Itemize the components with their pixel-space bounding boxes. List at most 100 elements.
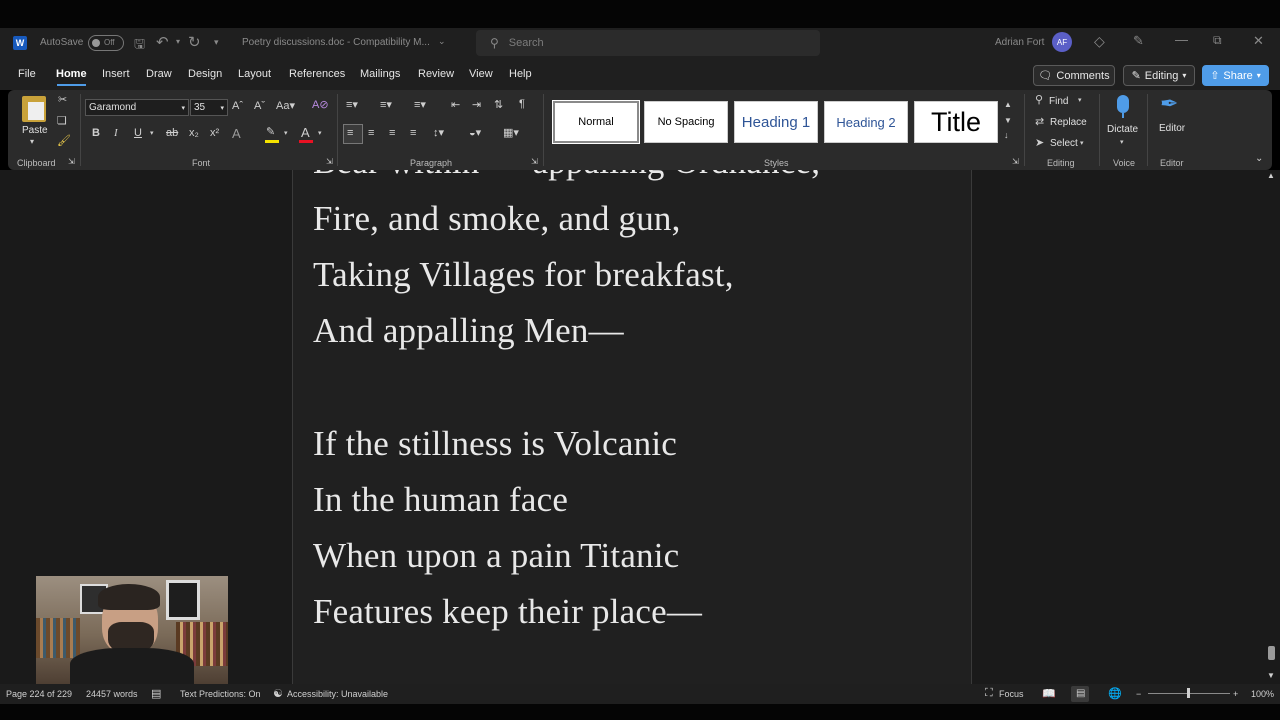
- zoom-slider-thumb[interactable]: [1187, 688, 1190, 698]
- style-normal[interactable]: Normal: [552, 100, 640, 144]
- grow-font-icon[interactable]: Aˆ: [232, 101, 243, 112]
- page-count[interactable]: Page 224 of 229: [6, 689, 72, 699]
- save-icon[interactable]: 🖫: [134, 35, 145, 57]
- scroll-down-icon[interactable]: ▼: [1267, 672, 1275, 680]
- tab-design[interactable]: Design: [188, 68, 222, 80]
- styles-launcher-icon[interactable]: ⇲: [1012, 158, 1019, 166]
- tab-help[interactable]: Help: [509, 68, 532, 80]
- shrink-font-icon[interactable]: Aˇ: [254, 101, 265, 112]
- style-heading-1[interactable]: Heading 1: [734, 101, 818, 143]
- read-mode-icon[interactable]: 📖: [1042, 687, 1056, 700]
- paste-chevron-icon[interactable]: ▾: [30, 138, 34, 146]
- shading-icon[interactable]: ◒▾: [469, 128, 481, 139]
- microphone-icon[interactable]: [1117, 95, 1129, 113]
- font-name-select[interactable]: Garamond ▾: [85, 99, 189, 116]
- select-cursor-icon[interactable]: ➤: [1035, 138, 1044, 149]
- tab-file[interactable]: File: [18, 68, 36, 80]
- underline-button[interactable]: U: [134, 128, 142, 139]
- tab-home[interactable]: Home: [56, 68, 87, 80]
- find-chevron-icon[interactable]: ▾: [1078, 97, 1082, 104]
- bold-button[interactable]: B: [92, 128, 100, 139]
- tab-mailings[interactable]: Mailings: [360, 68, 400, 80]
- select-button[interactable]: Select: [1050, 138, 1078, 149]
- proofing-icon[interactable]: ▤: [151, 687, 161, 700]
- paste-label[interactable]: Paste: [22, 125, 48, 136]
- zoom-in-icon[interactable]: +: [1233, 689, 1238, 699]
- dictate-chevron-icon[interactable]: ▾: [1120, 139, 1124, 146]
- web-layout-icon[interactable]: 🌐: [1108, 687, 1122, 700]
- numbering-icon[interactable]: ≡▾: [380, 100, 392, 111]
- dictate-button[interactable]: Dictate: [1107, 124, 1138, 135]
- align-center-icon[interactable]: ≡: [368, 128, 374, 139]
- underline-chevron-icon[interactable]: ▾: [150, 130, 154, 137]
- undo-dropdown-icon[interactable]: ▾: [176, 37, 180, 46]
- tab-layout[interactable]: Layout: [238, 68, 271, 80]
- borders-icon[interactable]: ▦▾: [503, 128, 519, 139]
- subscript-button[interactable]: x₂: [189, 128, 199, 139]
- italic-button[interactable]: I: [114, 128, 118, 139]
- word-count[interactable]: 24457 words: [86, 689, 138, 699]
- styles-scroll-down-icon[interactable]: ▼: [1004, 117, 1012, 125]
- replace-button[interactable]: Replace: [1050, 117, 1087, 128]
- clipboard-launcher-icon[interactable]: ⇲: [68, 158, 75, 166]
- redo-icon[interactable]: ↻: [188, 33, 201, 51]
- clear-formatting-icon[interactable]: A⊘: [312, 100, 329, 111]
- title-chevron-down-icon[interactable]: ⌄: [438, 36, 446, 47]
- close-icon[interactable]: ✕: [1253, 33, 1264, 49]
- style-heading-2[interactable]: Heading 2: [824, 101, 908, 143]
- superscript-button[interactable]: x²: [210, 128, 219, 139]
- tab-draw[interactable]: Draw: [146, 68, 172, 80]
- tab-insert[interactable]: Insert: [102, 68, 130, 80]
- format-painter-icon[interactable]: 🖌: [57, 136, 71, 147]
- undo-icon[interactable]: ↶: [156, 33, 169, 51]
- collapse-ribbon-icon[interactable]: ⌄: [1255, 154, 1263, 164]
- cut-icon[interactable]: ✂: [58, 95, 67, 106]
- decrease-indent-icon[interactable]: ⇤: [451, 100, 460, 111]
- line-spacing-icon[interactable]: ↕▾: [433, 128, 444, 139]
- comments-button[interactable]: 🗨 Comments: [1033, 65, 1115, 86]
- tab-review[interactable]: Review: [418, 68, 454, 80]
- pilcrow-icon[interactable]: ¶: [519, 99, 525, 110]
- tab-references[interactable]: References: [289, 68, 345, 80]
- copy-icon[interactable]: ❏: [57, 116, 67, 127]
- autosave-toggle[interactable]: Off: [88, 35, 124, 51]
- justify-icon[interactable]: ≡: [410, 128, 416, 139]
- align-right-icon[interactable]: ≡: [389, 128, 395, 139]
- customize-toolbar-icon[interactable]: ▾: [214, 37, 219, 48]
- document-title[interactable]: Poetry discussions.doc - Compatibility M…: [242, 37, 430, 48]
- increase-indent-icon[interactable]: ⇥: [472, 100, 481, 111]
- tab-view[interactable]: View: [469, 68, 493, 80]
- sort-icon[interactable]: ⇅: [494, 100, 503, 111]
- style-no-spacing[interactable]: No Spacing: [644, 101, 728, 143]
- scroll-up-icon[interactable]: ▲: [1267, 172, 1275, 180]
- highlight-chevron-icon[interactable]: ▾: [284, 130, 288, 137]
- replace-icon[interactable]: ⇄: [1035, 117, 1044, 128]
- editor-pen-icon[interactable]: ✒: [1160, 93, 1178, 115]
- highlight-icon[interactable]: ✎: [266, 127, 275, 138]
- scrollbar-thumb[interactable]: [1268, 646, 1275, 660]
- vertical-scrollbar[interactable]: [1266, 170, 1278, 684]
- font-size-select[interactable]: 35 ▾: [190, 99, 228, 116]
- styles-more-icon[interactable]: ↓: [1004, 131, 1009, 140]
- font-launcher-icon[interactable]: ⇲: [326, 158, 333, 166]
- paragraph-launcher-icon[interactable]: ⇲: [531, 158, 538, 166]
- text-predictions-status[interactable]: Text Predictions: On: [180, 689, 261, 699]
- find-button[interactable]: Find: [1049, 96, 1068, 107]
- font-color-icon[interactable]: A: [301, 126, 310, 139]
- text-effects-icon[interactable]: A: [232, 127, 241, 140]
- minimize-icon[interactable]: —: [1175, 32, 1188, 47]
- bullets-icon[interactable]: ≡▾: [346, 100, 358, 111]
- multilevel-list-icon[interactable]: ≡▾: [414, 100, 426, 111]
- editing-mode-button[interactable]: ✎ Editing ▾: [1123, 65, 1195, 86]
- pen-icon[interactable]: ✎: [1133, 33, 1144, 49]
- zoom-level[interactable]: 100%: [1251, 689, 1274, 699]
- accessibility-status[interactable]: Accessibility: Unavailable: [287, 689, 388, 699]
- find-icon[interactable]: ⚲: [1035, 95, 1043, 106]
- diamond-icon[interactable]: ◇: [1094, 33, 1105, 50]
- avatar[interactable]: AF: [1052, 32, 1072, 52]
- search-box[interactable]: ⚲ Search: [476, 30, 820, 56]
- select-chevron-icon[interactable]: ▾: [1080, 140, 1084, 147]
- focus-button[interactable]: Focus: [999, 689, 1024, 699]
- document-page[interactable]: Bear within — appalling Ordnance, Fire, …: [292, 170, 972, 684]
- styles-scroll-up-icon[interactable]: ▲: [1004, 101, 1012, 109]
